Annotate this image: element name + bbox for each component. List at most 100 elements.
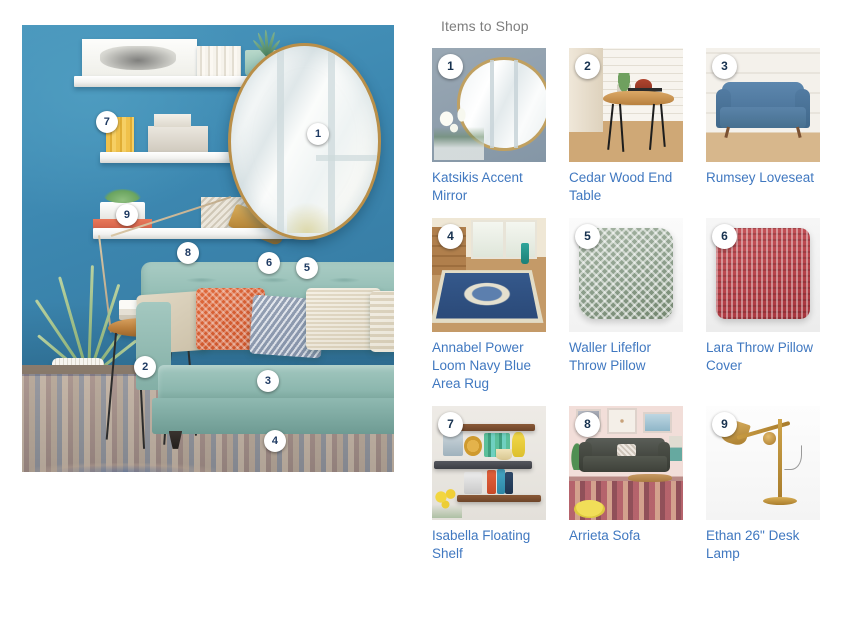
product-title-1[interactable]: Katsikis Accent Mirror [432,169,546,205]
scene-marker-3[interactable]: 3 [256,369,279,392]
product-thumbnail-3[interactable]: 3 [706,48,820,162]
scene-marker-label: 4 [271,435,279,448]
product-card-5[interactable]: 5 Waller Lifeflor Throw Pillow [569,218,683,393]
product-thumbnail-4[interactable]: 4 [432,218,546,332]
small-bowl [495,449,512,460]
round-gold-mirror [228,42,381,240]
mirror-reflection-plant [287,202,337,233]
yellow-flowers [432,488,462,518]
scene-marker-label: 2 [142,360,149,373]
blue-book [496,468,505,494]
cow-art-print [81,39,197,77]
wood-shelf-bottom [457,494,542,502]
sofa-tuft [328,278,362,284]
product-thumbnail-5[interactable]: 5 [569,218,683,332]
product-badge-9: 9 [712,412,737,437]
scene-marker-5[interactable]: 5 [295,257,318,280]
product-card-8[interactable]: 8 Arrieta Sofa [569,406,683,563]
teal-bottle [520,243,529,264]
orange-book [486,469,496,494]
product-title-4[interactable]: Annabel Power Loom Navy Blue Area Rug [432,339,546,393]
lamp-joint [763,432,776,445]
product-thumbnail-6[interactable]: 6 [706,218,820,332]
window-bar [489,60,494,148]
product-thumbnail-8[interactable]: 8 [569,406,683,520]
room-scene: 1 2 3 4 5 6 7 8 9 [22,25,394,472]
lamp-base [763,497,798,506]
product-title-7[interactable]: Isabella Floating Shelf [432,527,546,563]
product-thumbnail-7[interactable]: 7 [432,406,546,520]
scene-marker-label: 1 [315,128,322,141]
framed-photo [463,472,483,494]
product-badge-7: 7 [438,412,463,437]
product-badge-3: 3 [712,54,737,79]
decorative-plate [463,435,483,457]
knit-throw-pillow [369,291,394,352]
wall-art [643,411,672,434]
sofa-tuft [256,278,290,284]
scene-marker-7[interactable]: 7 [95,110,118,133]
product-title-3[interactable]: Rumsey Loveseat [706,169,820,187]
product-title-6[interactable]: Lara Throw Pillow Cover [706,339,820,375]
scene-marker-4[interactable]: 4 [263,430,286,453]
calla-lilies [434,105,485,160]
scene-marker-9[interactable]: 9 [115,203,138,226]
product-title-8[interactable]: Arrieta Sofa [569,527,683,545]
scene-marker-1[interactable]: 1 [307,123,330,146]
scene-marker-label: 8 [184,246,191,259]
scene-marker-6[interactable]: 6 [258,251,280,274]
product-thumbnail-2[interactable]: 2 [569,48,683,162]
scene-marker-label: 5 [303,262,310,275]
mirror-window-sill [316,154,378,161]
product-badge-6: 6 [712,224,737,249]
scene-marker-label: 3 [264,374,271,387]
table-lamp [669,435,682,461]
navy-book [504,472,513,494]
lamp-cord [783,444,802,470]
mirror-window-bar [276,45,284,237]
product-thumbnail-9[interactable]: 9 [706,406,820,520]
product-badge-5: 5 [575,224,600,249]
live-edge-wood-top [603,91,674,105]
scene-marker-label: 9 [123,208,130,221]
window-bar [514,60,519,148]
grey-shelf-middle [434,460,533,469]
product-badge-4: 4 [438,224,463,249]
product-title-9[interactable]: Ethan 26" Desk Lamp [706,527,820,563]
product-thumbnail-1[interactable]: 1 [432,48,546,162]
product-badge-2: 2 [575,54,600,79]
product-card-1[interactable]: 1 Katsikis Accent Mirror [432,48,546,205]
panel-title: Items to Shop [441,18,529,34]
scene-marker-8[interactable]: 8 [176,241,199,264]
lamp-pole [777,418,782,501]
sofa-base [152,397,394,435]
mint-sofa [135,261,394,449]
sofa-seat [582,456,668,473]
product-card-9[interactable]: 9 Ethan 26" Desk Lamp [706,406,820,563]
product-title-5[interactable]: Waller Lifeflor Throw Pillow [569,339,683,375]
product-title-2[interactable]: Cedar Wood End Table [569,169,683,205]
product-card-7[interactable]: 7 Isabella Floating Shelf [432,406,546,563]
storage-boxes [148,114,208,154]
shoppable-image-page: 1 2 3 4 5 6 7 8 9 Items to Shop 1 Katsik… [0,0,849,636]
loveseat-seat [719,107,807,128]
product-card-3[interactable]: 3 Rumsey Loveseat [706,48,820,205]
product-card-6[interactable]: 6 Lara Throw Pillow Cover [706,218,820,393]
product-card-4[interactable]: 4 Annabel Power Loom Navy Blue Area Rug [432,218,546,393]
shoppable-room-image[interactable]: 1 2 3 4 5 6 7 8 9 [22,25,394,472]
items-to-shop-panel: Items to Shop 1 Katsikis Accent Mirror 2… [432,18,832,563]
items-grid: 1 Katsikis Accent Mirror 2 Cedar Wood En… [432,48,832,563]
wall-art [606,408,638,435]
scene-marker-label: 6 [265,256,273,269]
product-badge-1: 1 [438,54,463,79]
scene-marker-label: 7 [103,115,110,128]
sofa-tuft [185,278,219,284]
navy-area-rug [432,269,544,323]
yellow-ottoman [573,499,606,518]
yellow-bird-figurine [511,432,526,458]
product-badge-8: 8 [575,412,600,437]
coffee-table [628,474,672,483]
rug-medallion [31,463,217,472]
product-card-2[interactable]: 2 Cedar Wood End Table [569,48,683,205]
scene-marker-2[interactable]: 2 [134,355,157,378]
